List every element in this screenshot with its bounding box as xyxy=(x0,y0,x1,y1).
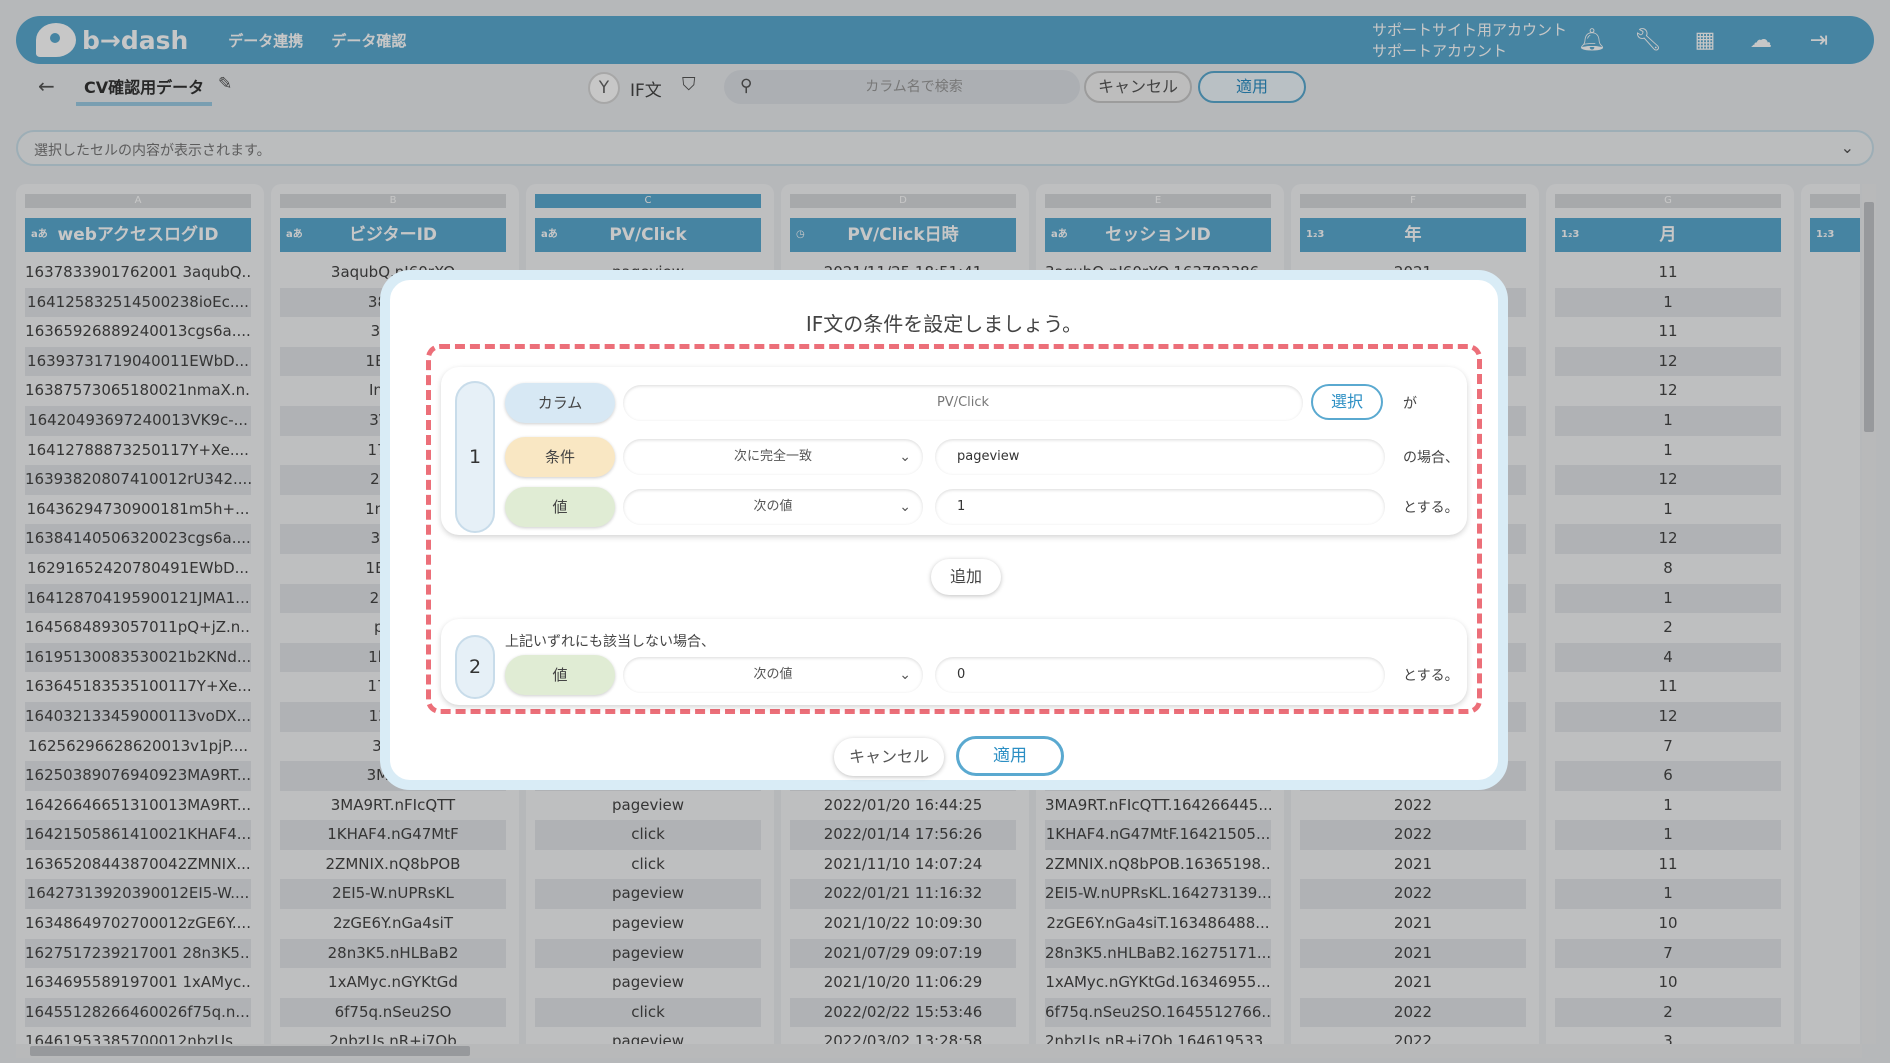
dialog-cancel-button[interactable]: キャンセル xyxy=(834,738,944,776)
select-column-button[interactable]: 選択 xyxy=(1311,384,1383,420)
dialog-apply-button[interactable]: 適用 xyxy=(956,736,1064,776)
condition-row: 条件 次に完全一致 ⌄ pageview の場合、 xyxy=(505,433,1459,481)
column-suffix: が xyxy=(1403,396,1417,412)
condition-operator-value: 次に完全一致 xyxy=(733,449,812,464)
condition-suffix: の場合、 xyxy=(1403,450,1459,466)
column-field[interactable]: PV/Click xyxy=(623,385,1303,421)
else-value-row: 値 次の値 ⌄ 0 とする。 xyxy=(505,651,1459,699)
column-row: カラム PV/Click 選択 が xyxy=(505,379,1425,427)
chevron-down-icon: ⌄ xyxy=(899,449,911,465)
value-mode-value: 次の値 xyxy=(753,499,793,514)
condition-highlight-frame: 1 カラム PV/Click 選択 が 条件 次に完全一致 ⌄ pageview… xyxy=(426,344,1482,714)
value-suffix: とする。 xyxy=(1403,668,1459,684)
value-mode-select[interactable]: 次の値 ⌄ xyxy=(623,489,923,525)
else-label: 上記いずれにも該当しない場合、 xyxy=(505,634,715,650)
else-value-mode-select[interactable]: 次の値 ⌄ xyxy=(623,657,923,693)
value-suffix: とする。 xyxy=(1403,500,1459,516)
column-tag: カラム xyxy=(505,383,615,423)
dialog-title: IF文の条件を設定しましょう。 xyxy=(805,312,1083,336)
condition-rule-1: 1 カラム PV/Click 選択 が 条件 次に完全一致 ⌄ pageview… xyxy=(441,367,1467,535)
condition-rule-else: 2 上記いずれにも該当しない場合、 値 次の値 ⌄ 0 とする。 xyxy=(441,619,1467,705)
condition-operator-select[interactable]: 次に完全一致 ⌄ xyxy=(623,439,923,475)
condition-tag: 条件 xyxy=(505,437,615,477)
if-condition-dialog: IF文の条件を設定しましょう。 1 カラム PV/Click 選択 が 条件 次… xyxy=(380,270,1508,790)
chevron-down-icon: ⌄ xyxy=(899,667,911,683)
value-mode-value: 次の値 xyxy=(753,667,793,682)
result-value-input[interactable]: 1 xyxy=(935,489,1385,525)
rule-number: 2 xyxy=(455,635,495,699)
condition-value-input[interactable]: pageview xyxy=(935,439,1385,475)
else-value-input[interactable]: 0 xyxy=(935,657,1385,693)
value-row: 値 次の値 ⌄ 1 とする。 xyxy=(505,483,1459,531)
value-tag: 値 xyxy=(505,487,615,527)
chevron-down-icon: ⌄ xyxy=(899,499,911,515)
value-tag: 値 xyxy=(505,655,615,695)
rule-number: 1 xyxy=(455,381,495,533)
add-condition-button[interactable]: 追加 xyxy=(931,559,1001,595)
